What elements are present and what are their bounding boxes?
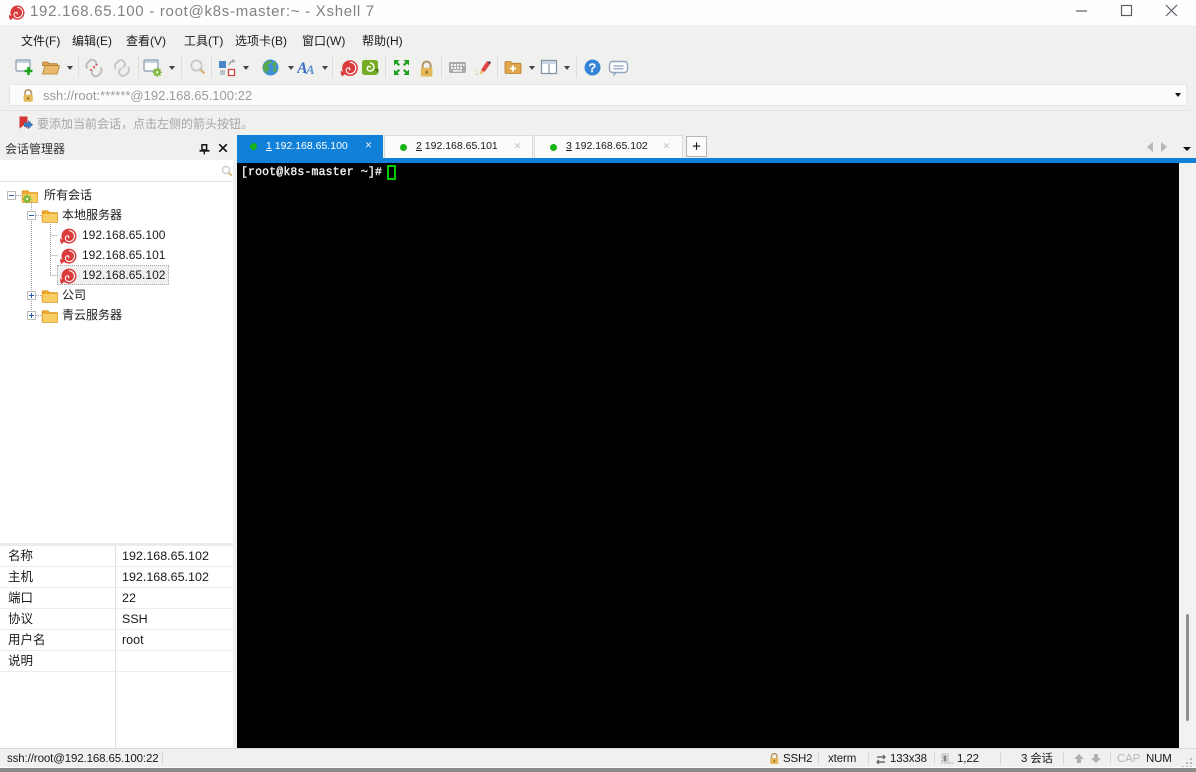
svg-text:A: A (305, 62, 315, 77)
svg-text:?: ? (589, 61, 597, 75)
